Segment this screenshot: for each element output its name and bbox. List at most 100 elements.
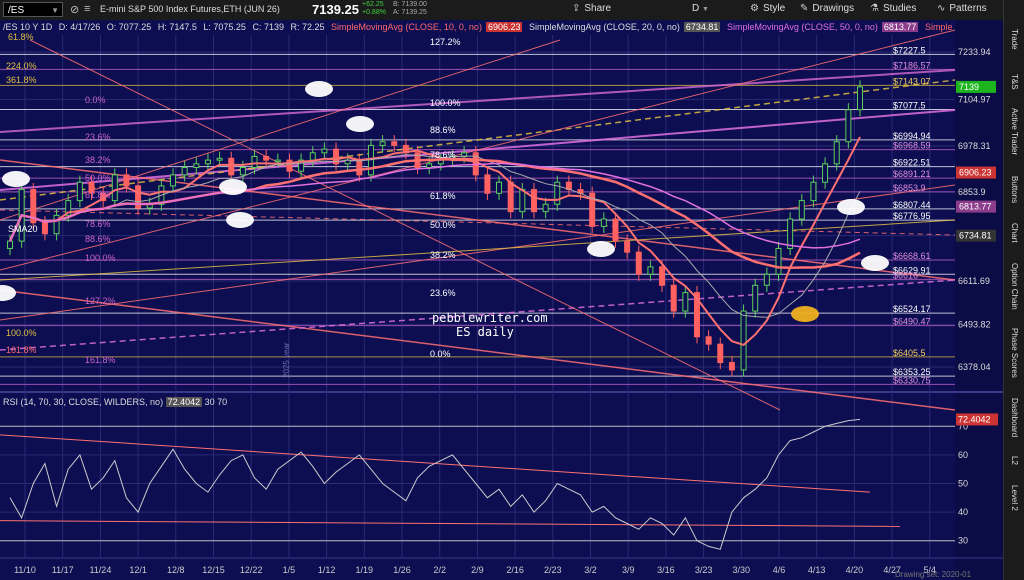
- legend-date: D: 4/17/26: [58, 22, 101, 32]
- date-label: 2/16: [506, 565, 524, 575]
- legend-sma10-value: 6906.23: [485, 22, 523, 32]
- style-button[interactable]: ⚙ Style: [750, 3, 785, 14]
- status-text: Drawing set: 2020-01: [895, 570, 972, 579]
- fib-right-label: $6405.5: [893, 348, 926, 358]
- fib-right-label: $6968.59: [893, 141, 931, 151]
- sidebar-level2[interactable]: Level 2: [1004, 478, 1024, 518]
- sidebar-option-chain[interactable]: Option Chain: [1004, 255, 1024, 317]
- price-axis-label: 6853.9: [958, 187, 986, 197]
- date-label: 1/12: [318, 565, 336, 575]
- legend-sma20-value: 6734.81: [683, 22, 721, 32]
- fib-right-label: $6891.21: [893, 169, 931, 179]
- date-label: 12/1: [129, 565, 147, 575]
- candle-body: [530, 189, 537, 213]
- year-tag: 2025 year: [282, 342, 291, 378]
- fib-left-label: 38.2%: [85, 155, 111, 165]
- candle-body: [507, 181, 514, 213]
- candle-body: [787, 218, 794, 249]
- sidebar-dashboard[interactable]: Dashboard: [1004, 392, 1024, 444]
- candle-body: [321, 148, 328, 154]
- fib-left-label: 361.8%: [6, 75, 37, 85]
- annotation-oval: [861, 255, 889, 271]
- symbol-selector[interactable]: /ES ▼: [3, 2, 63, 17]
- fib-right-label: $6922.51: [893, 158, 931, 168]
- settings-icon[interactable]: ≡: [84, 3, 90, 15]
- fib-right-label: $6616: [893, 270, 918, 280]
- legend-open: O: 7077.25: [106, 22, 152, 32]
- annotation-oval: [305, 81, 333, 97]
- rsi-ob: 30: [204, 397, 215, 407]
- fib-right-label: $7227.5: [893, 45, 926, 55]
- date-label: 3/30: [733, 565, 751, 575]
- fib-mid-label: 0.0%: [430, 349, 451, 359]
- studies-button[interactable]: ⚗ Studies: [870, 3, 916, 14]
- price-axis-label: 7233.94: [958, 47, 991, 57]
- chart-area[interactable]: $7227.5 $7186.57 $7143.07 $7077.5 $6994.94 $6…: [0, 20, 1004, 580]
- patterns-label: Patterns: [949, 3, 987, 14]
- candle-body: [7, 240, 13, 249]
- flask-icon: ⚗: [870, 3, 879, 14]
- sidebar-ts[interactable]: T&S: [1004, 68, 1024, 96]
- price-axis-label: 6493.82: [958, 319, 991, 329]
- candle-body: [705, 336, 712, 345]
- rsi-axis-label: 40: [958, 507, 968, 517]
- change-abs: +62.25: [362, 1, 384, 8]
- style-icon: ⚙: [750, 3, 759, 14]
- candle-body: [286, 159, 293, 172]
- candle-body: [76, 181, 83, 202]
- candle-body: [356, 159, 363, 176]
- sidebar-buttons[interactable]: Buttons: [1004, 170, 1024, 210]
- sma20-tag: SMA20: [8, 224, 38, 234]
- date-label: 1/5: [283, 565, 296, 575]
- candle-body: [193, 163, 200, 168]
- candle-body: [228, 157, 235, 176]
- sidebar-l2[interactable]: L2: [1004, 450, 1024, 470]
- date-label: 1/26: [393, 565, 411, 575]
- sidebar-chart[interactable]: Chart: [1004, 218, 1024, 248]
- price-chart-svg[interactable]: $7227.5$7186.57$7143.07$7077.5$6994.94$6…: [0, 20, 1004, 580]
- candle-body: [717, 343, 724, 364]
- period-label: D: [692, 3, 700, 14]
- link-icon[interactable]: ⊘: [70, 3, 79, 16]
- patterns-button[interactable]: ∿ Patterns: [937, 3, 987, 14]
- share-button[interactable]: ⇪ Share: [572, 3, 611, 14]
- legend-sma50-value: 6813.77: [881, 22, 919, 32]
- rsi-os: 70: [217, 397, 228, 407]
- rsi-badge-label: 72.4042: [958, 414, 991, 424]
- candle-body: [624, 240, 631, 253]
- candle-body: [379, 141, 386, 146]
- candle-body: [670, 284, 677, 312]
- legend-sma20: SimpleMovingAvg (CLOSE, 20, 0, no): [529, 22, 680, 32]
- price-axis-label: 7104.97: [958, 94, 991, 104]
- period-button[interactable]: D ▼: [692, 3, 709, 14]
- rsi-legend: RSI (14, 70, 30, CLOSE, WILDERS, no) 72.…: [3, 397, 227, 407]
- sidebar-phase-scores[interactable]: Phase Scores: [1004, 322, 1024, 384]
- date-label: 12/8: [167, 565, 185, 575]
- candle-body: [496, 181, 503, 194]
- candle-body: [274, 159, 281, 163]
- last-price: 7139.25: [312, 2, 359, 17]
- sidebar-trade[interactable]: Trade: [1004, 24, 1024, 54]
- candle-body: [263, 155, 270, 161]
- fib-left-label: 100.0%: [85, 253, 116, 263]
- price-axis-label: 6611.69: [958, 276, 990, 286]
- fib-mid-label: 23.6%: [430, 288, 456, 298]
- sidebar-active-trader[interactable]: Active Trader: [1004, 100, 1024, 164]
- annotation-oval: [219, 179, 247, 195]
- legend-high: H: 7147.5: [157, 22, 197, 32]
- fib-right-label: $6668.61: [893, 251, 931, 261]
- share-label: Share: [584, 3, 612, 14]
- drawings-button[interactable]: ✎ Drawings: [800, 3, 854, 14]
- fib-mid-label: 61.8%: [430, 191, 456, 201]
- fib-right-label: $6776.95: [893, 211, 931, 221]
- rsi-axis-label: 50: [958, 479, 968, 489]
- candle-body: [740, 310, 747, 371]
- chevron-down-icon: ▼: [702, 6, 709, 13]
- fib-right-label: $6853.9: [893, 183, 926, 193]
- date-label: 4/13: [808, 565, 826, 575]
- candle-body: [647, 266, 654, 275]
- candle-body: [309, 152, 316, 161]
- date-label: 2/2: [433, 565, 446, 575]
- annotation-oval: [346, 116, 374, 132]
- fib-right-label: $6330.75: [893, 375, 931, 385]
